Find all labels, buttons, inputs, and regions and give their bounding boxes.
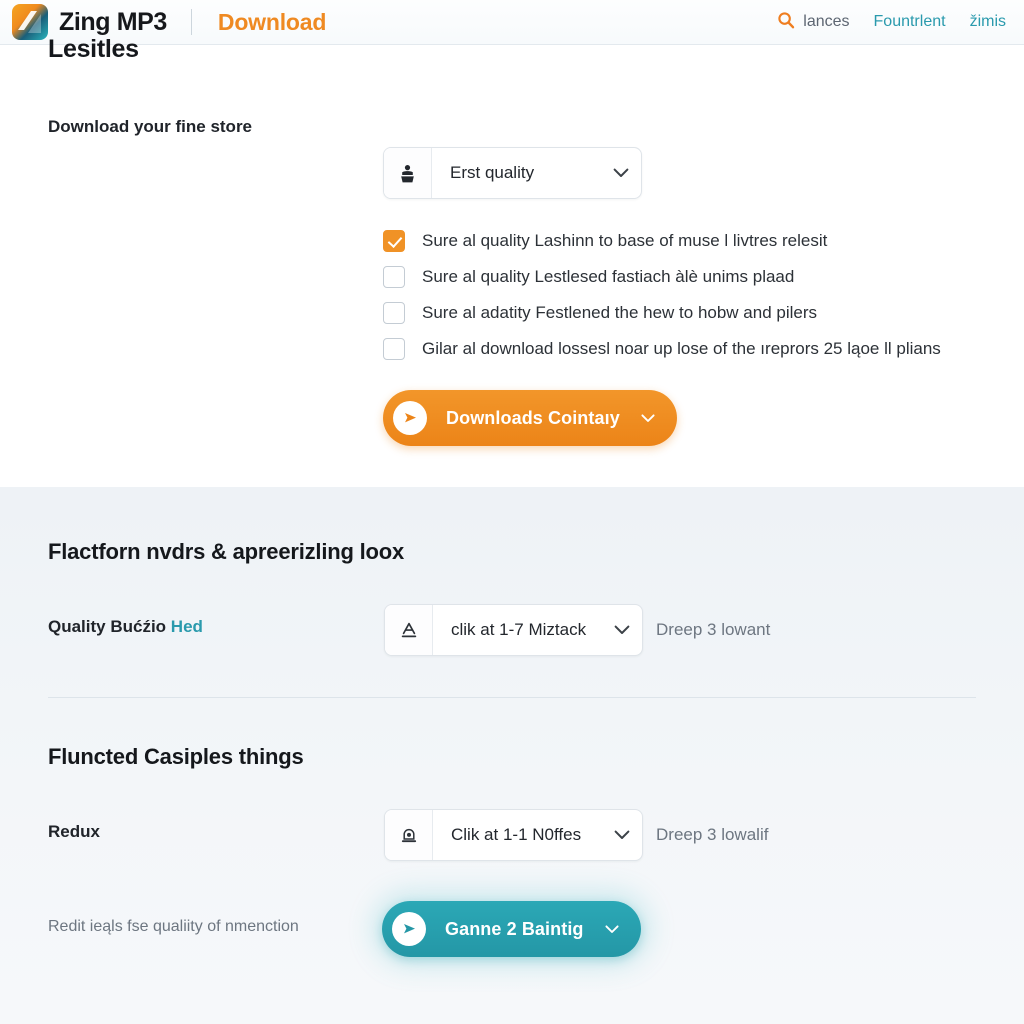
option-label-3: Gilar al download lossesl noar up lose o…: [422, 338, 941, 358]
redux-select-value: Clik at 1-1 N0ffes: [451, 825, 582, 844]
download-button-label: Downloads Cointaıy: [446, 407, 620, 428]
chevron-down-icon: [641, 413, 655, 423]
platform-hint: Dreep 3 lowant: [656, 620, 771, 639]
chevron-down-icon: [604, 924, 619, 934]
search-label: lances: [803, 13, 850, 30]
chevron-down-icon: [601, 148, 641, 198]
section-divider: [48, 697, 976, 698]
checkbox-0[interactable]: [383, 229, 405, 252]
quality-badge-icon: [384, 148, 432, 198]
brand-name: Zing MP3: [59, 7, 167, 36]
option-label-0: Sure al quality Lashinn to base of muse …: [422, 230, 828, 250]
generate-button-label: Ganne 2 Baintig: [445, 918, 584, 939]
download-button[interactable]: Downloads Cointaıy: [383, 390, 677, 446]
brand-divider: [190, 9, 192, 35]
options-checklist: Sure al quality Lashinn to base of muse …: [383, 228, 941, 372]
search-icon: [777, 11, 795, 34]
header-nav: lances Fountrlent žimis: [777, 11, 1006, 34]
quality-row-label-main: Quality Bućźio: [48, 617, 171, 636]
checkbox-3[interactable]: [383, 337, 405, 360]
play-circle-icon: [392, 912, 426, 946]
app-header: Zing MP3 Download lances Fountrlent žimi…: [0, 0, 1024, 45]
option-label-1: Sure al quality Lestlesed fastiach àlè u…: [422, 266, 795, 286]
quality-row-label: Quality Bućźio Hed: [48, 617, 203, 637]
option-row-2[interactable]: Sure al adatity Festlened the hew to hob…: [383, 300, 941, 325]
nav-link-fountrlent[interactable]: Fountrlent: [874, 13, 946, 31]
checkbox-2[interactable]: [383, 301, 405, 324]
functions-section-title: Fluncted Casiples things: [48, 744, 304, 769]
app-page: Zing MP3 Download lances Fountrlent žimi…: [0, 0, 1024, 1024]
platform-section-title: Flactforn nvdrs & apreerizling loox: [48, 539, 405, 564]
option-row-3[interactable]: Gilar al download lossesl noar up lose o…: [383, 336, 941, 361]
chevron-down-icon: [602, 605, 642, 655]
chevron-down-icon: [602, 810, 642, 860]
download-row-label: Download your fine store: [48, 117, 253, 136]
underlined-a-icon: [385, 605, 433, 655]
redux-row-label: Redux: [48, 822, 100, 841]
checkbox-1[interactable]: [383, 265, 405, 288]
generate-button[interactable]: Ganne 2 Baintig: [382, 901, 641, 957]
quality-select[interactable]: Erst quality: [383, 147, 642, 199]
zing-wave-logo-icon: [12, 4, 48, 40]
quality-select-value: Erst quality: [450, 163, 535, 182]
option-row-1[interactable]: Sure al quality Lestlesed fastiach àlè u…: [383, 264, 941, 289]
lamp-icon: [385, 810, 433, 860]
redux-select[interactable]: Clik at 1-1 N0ffes: [384, 809, 643, 861]
platform-select-value: clik at 1-7 Miztack: [451, 620, 587, 639]
search-control[interactable]: lances: [777, 11, 850, 34]
option-label-2: Sure al adatity Festlened the hew to hob…: [422, 302, 818, 322]
option-row-0[interactable]: Sure al quality Lashinn to base of muse …: [383, 228, 941, 253]
nav-link-zimis[interactable]: žimis: [970, 13, 1006, 31]
platform-select[interactable]: clik at 1-7 Miztack: [384, 604, 643, 656]
redux-hint: Dreep 3 lowalif: [656, 825, 769, 844]
play-circle-icon: [393, 401, 427, 435]
header-section-label[interactable]: Download: [218, 9, 326, 36]
quality-row-label-accent: Hed: [170, 617, 203, 636]
page-title: Lesitles: [48, 35, 139, 63]
functions-footnote: Redit ieąls fse qualiity of nmenction: [48, 918, 299, 935]
